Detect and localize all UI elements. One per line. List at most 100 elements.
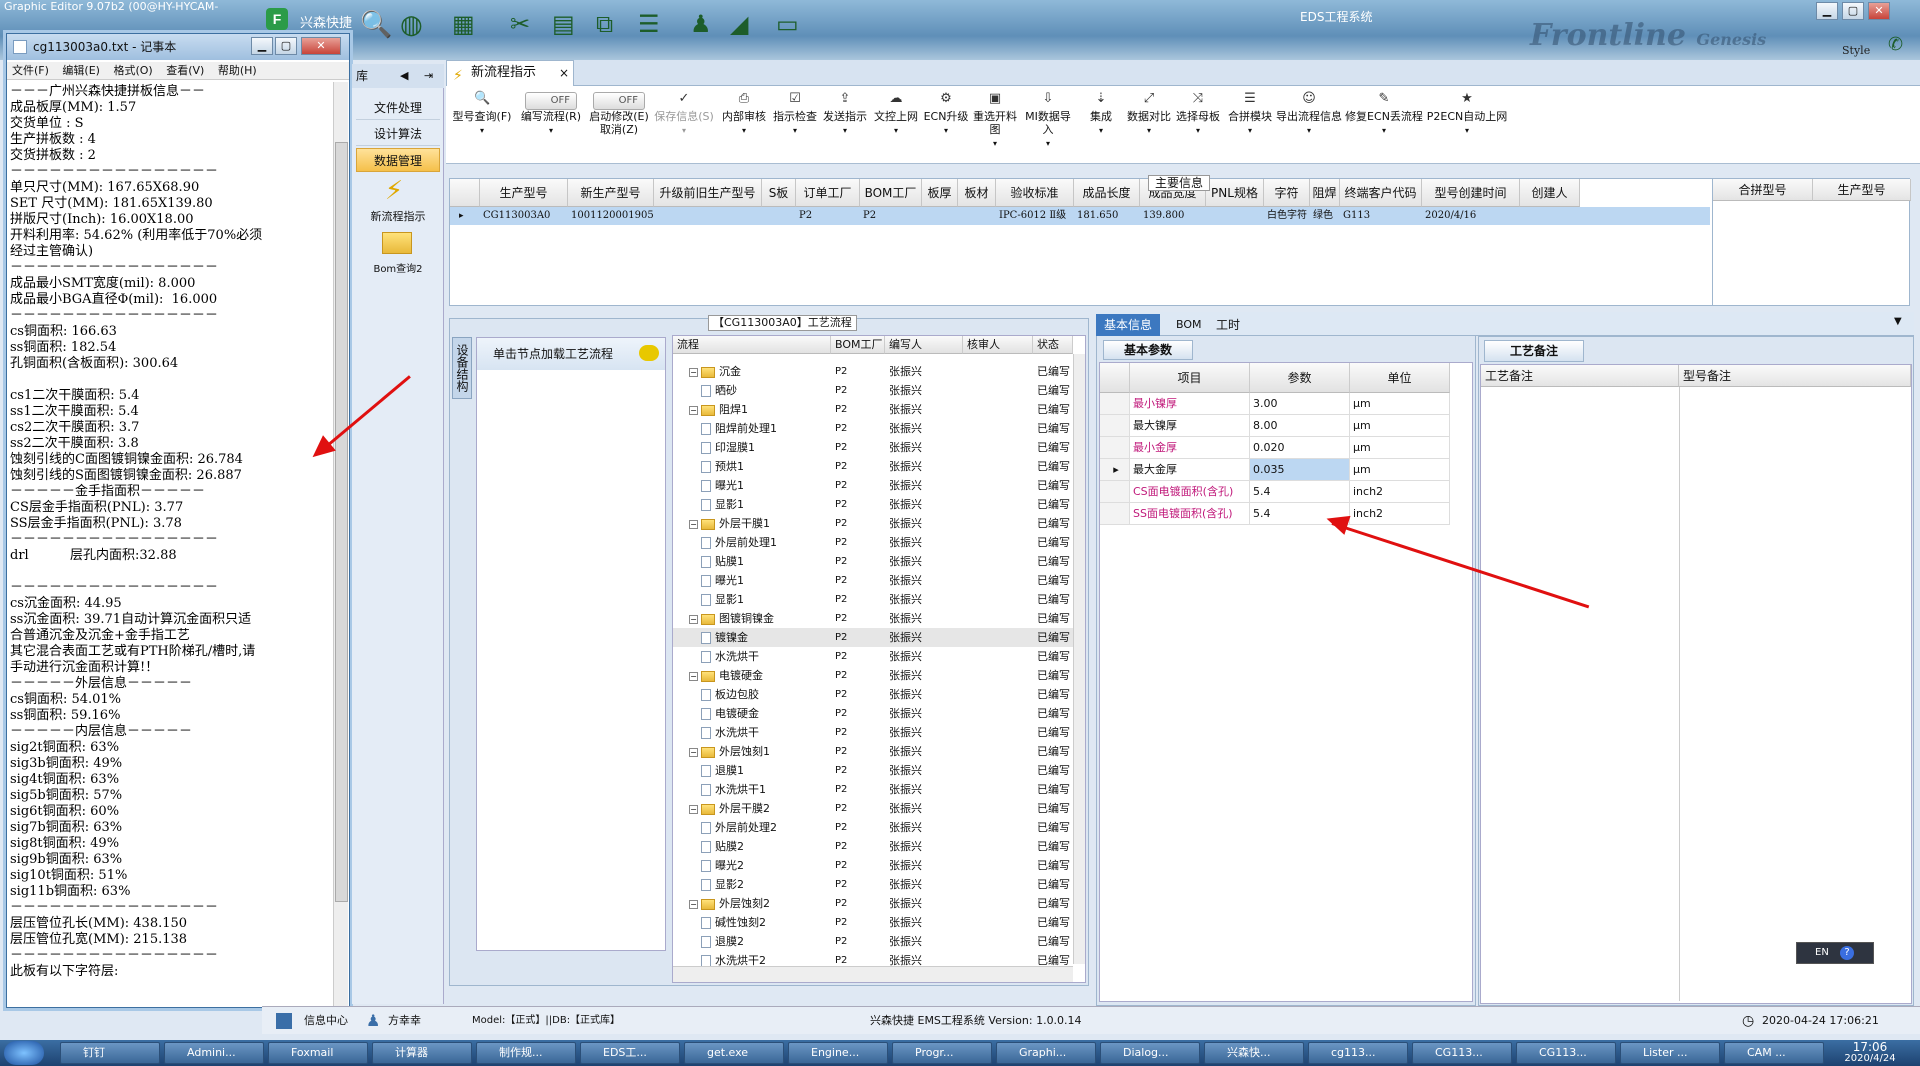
chevron-down-icon[interactable]: ▼ — [1894, 316, 1902, 327]
menu-edit[interactable]: 编辑(E) — [62, 64, 100, 77]
list-item[interactable]: − 外层干膜2 P2 张振兴 已编写 — [673, 799, 1073, 818]
notepad-title-bar[interactable]: cg113003a0.txt - 记事本 ▁ ▢ ✕ — [7, 34, 349, 60]
ribbon-button-16[interactable]: ✎ 修复ECN丢流程 ▾ — [1342, 90, 1426, 160]
cell-1[interactable]: 10011200019056 — [568, 207, 654, 225]
list-item[interactable]: 贴膜2 P2 张振兴 已编写 — [673, 837, 1073, 856]
taskbar-item[interactable]: CG113... — [1412, 1042, 1512, 1064]
scissors-icon[interactable]: ✂ — [510, 10, 540, 40]
list-item[interactable]: 印湿膜1 P2 张振兴 已编写 — [673, 438, 1073, 457]
ribbon-button-2[interactable]: OFF 启动修改(E) 取消(Z) — [588, 90, 650, 160]
cell-3[interactable] — [762, 207, 796, 225]
cell-15[interactable]: 2020/4/16 — [1422, 207, 1520, 225]
launch-bom-query[interactable]: Bom查询2 — [352, 260, 444, 275]
tree-horizontal-scrollbar[interactable] — [673, 966, 1073, 982]
close-button[interactable]: ✕ — [1868, 2, 1890, 20]
chevron-down-icon[interactable]: ▾ — [682, 126, 686, 135]
sidebar-item-data-management[interactable]: 数据管理 — [356, 148, 440, 172]
ribbon-button-4[interactable]: ⎙ 内部审核 ▾ — [718, 90, 770, 160]
list-item[interactable]: 显影1 P2 张振兴 已编写 — [673, 590, 1073, 609]
taskbar-item[interactable]: 兴森快... — [1204, 1042, 1304, 1064]
menu-help[interactable]: 帮助(H) — [218, 64, 257, 77]
ribbon-button-0[interactable]: 🔍 型号查询(F) ▾ — [450, 90, 514, 160]
expand-toggle-icon[interactable]: − — [689, 405, 698, 415]
col-writer[interactable]: 编写人 — [885, 336, 963, 354]
ime-toolbar[interactable]: EN ? — [1796, 942, 1874, 964]
table-icon[interactable]: ▦ — [452, 10, 482, 40]
clipboard-icon[interactable]: ⧉ — [596, 10, 626, 40]
taskbar-item[interactable]: cg113... — [1308, 1042, 1408, 1064]
taskbar-item[interactable]: EDS工... — [580, 1042, 680, 1064]
expand-toggle-icon[interactable]: − — [689, 671, 698, 681]
table-row[interactable]: 最大镍厚 8.00 μm — [1100, 415, 1472, 437]
style-label[interactable]: Style — [1842, 44, 1870, 57]
list-item[interactable]: 曝光1 P2 张振兴 已编写 — [673, 476, 1073, 495]
eds-app-icon[interactable]: F — [266, 8, 288, 30]
col-unit[interactable]: 单位 — [1350, 363, 1450, 393]
param-value[interactable]: 8.00 — [1250, 415, 1350, 437]
list-item[interactable]: 退膜2 P2 张振兴 已编写 — [673, 932, 1073, 951]
list-item[interactable]: 曝光1 P2 张振兴 已编写 — [673, 571, 1073, 590]
monitor-icon[interactable]: ▭ — [776, 10, 806, 40]
taskbar-item[interactable]: get.exe — [684, 1042, 784, 1064]
table-row[interactable]: ▸ CG113003A0 10011200019056 P2 P2 IPC-6012 Ⅱ级… — [450, 179, 1710, 225]
col-param[interactable]: 参数 — [1250, 363, 1350, 393]
list-icon[interactable]: ☰ — [638, 10, 668, 40]
chevron-down-icon[interactable]: ▾ — [1248, 126, 1252, 135]
tab-basic-params[interactable]: 基本参数 — [1103, 340, 1193, 360]
chevron-down-icon[interactable]: ▾ — [1307, 126, 1311, 135]
tab-basic-info[interactable]: 基本信息 — [1096, 314, 1161, 336]
list-item[interactable]: 水洗烘干1 P2 张振兴 已编写 — [673, 780, 1073, 799]
tab-process-remark[interactable]: 工艺备注 — [1484, 340, 1584, 362]
param-value[interactable]: 0.035 — [1250, 459, 1350, 481]
taskbar-item[interactable]: Dialog... — [1100, 1042, 1200, 1064]
search-icon[interactable]: 🔍 — [360, 10, 392, 40]
maximize-button[interactable]: ▢ — [1842, 2, 1864, 20]
taskbar-item[interactable]: Graphi... — [996, 1042, 1096, 1064]
launch-new-process[interactable]: 新流程指示 — [352, 208, 444, 224]
table-row[interactable]: 最小金厚 0.020 μm — [1100, 437, 1472, 459]
list-item[interactable]: − 电镀硬金 P2 张振兴 已编写 — [673, 666, 1073, 685]
chevron-down-icon[interactable]: ▾ — [793, 126, 797, 135]
list-item[interactable]: 阻焊前处理1 P2 张振兴 已编写 — [673, 419, 1073, 438]
notepad-scrollbar[interactable] — [333, 82, 348, 1006]
notepad-minimize-button[interactable]: ▁ — [251, 37, 273, 55]
status-info-center[interactable]: 信息中心 — [304, 1007, 348, 1035]
list-item[interactable]: 镀镍金 P2 张振兴 已编写 — [673, 628, 1073, 647]
cell-8[interactable]: IPC-6012 Ⅱ级 — [996, 207, 1074, 225]
taskbar-item[interactable]: Progr... — [892, 1042, 992, 1064]
ribbon-button-13[interactable]: ⤨ 选择母板 ▾ — [1172, 90, 1224, 160]
start-button[interactable] — [4, 1041, 44, 1065]
chevron-down-icon[interactable]: ▾ — [993, 139, 997, 148]
chevron-down-icon[interactable]: ▾ — [894, 126, 898, 135]
param-value[interactable]: 0.020 — [1250, 437, 1350, 459]
taskbar-item[interactable]: Admini... — [164, 1042, 264, 1064]
list-item[interactable]: 外层前处理2 P2 张振兴 已编写 — [673, 818, 1073, 837]
cell-0[interactable]: CG113003A0 — [480, 207, 568, 225]
list-item[interactable]: 贴膜1 P2 张振兴 已编写 — [673, 552, 1073, 571]
chevron-down-icon[interactable]: ▾ — [480, 126, 484, 135]
ribbon-button-1[interactable]: OFF 编写流程(R) ▾ — [516, 90, 586, 160]
cell-7[interactable] — [958, 207, 996, 225]
user-icon[interactable]: ♟ — [690, 10, 720, 40]
cell-13[interactable]: 绿色 — [1310, 207, 1340, 225]
ribbon-button-9[interactable]: ▣ 重选开料图 ▾ — [970, 90, 1020, 160]
chevron-down-icon[interactable]: ▾ — [1147, 126, 1151, 135]
tab-equipment-structure[interactable]: 设备结构 — [452, 337, 472, 399]
notepad-maximize-button[interactable]: ▢ — [275, 37, 297, 55]
film-icon[interactable]: ▤ — [552, 10, 582, 40]
list-item[interactable]: 预烘1 P2 张振兴 已编写 — [673, 457, 1073, 476]
list-item[interactable]: − 外层蚀刻2 P2 张振兴 已编写 — [673, 894, 1073, 913]
list-item[interactable]: 晒砂 P2 张振兴 已编写 — [673, 381, 1073, 400]
ribbon-button-12[interactable]: ⤢ 数据对比 ▾ — [1126, 90, 1172, 160]
ribbon-button-6[interactable]: ⇪ 发送指示 ▾ — [820, 90, 870, 160]
col-model-remark[interactable]: 型号备注 — [1679, 365, 1911, 387]
cell-4[interactable]: P2 — [796, 207, 860, 225]
expand-toggle-icon[interactable]: − — [689, 367, 698, 377]
col-merge-model[interactable]: 合拼型号 — [1713, 179, 1813, 201]
expand-toggle-icon[interactable]: − — [689, 519, 698, 529]
table-row[interactable]: 最小镍厚 3.00 μm — [1100, 393, 1472, 415]
chevron-down-icon[interactable]: ▾ — [843, 126, 847, 135]
chevron-down-icon[interactable]: ▾ — [944, 126, 948, 135]
notepad-text-area[interactable]: －－－广州兴森快捷拼板信息－－ 成品板厚(MM): 1.57 交货单位 : S … — [10, 84, 332, 1004]
table-row[interactable]: ▸ 最大金厚 0.035 μm — [1100, 459, 1472, 481]
